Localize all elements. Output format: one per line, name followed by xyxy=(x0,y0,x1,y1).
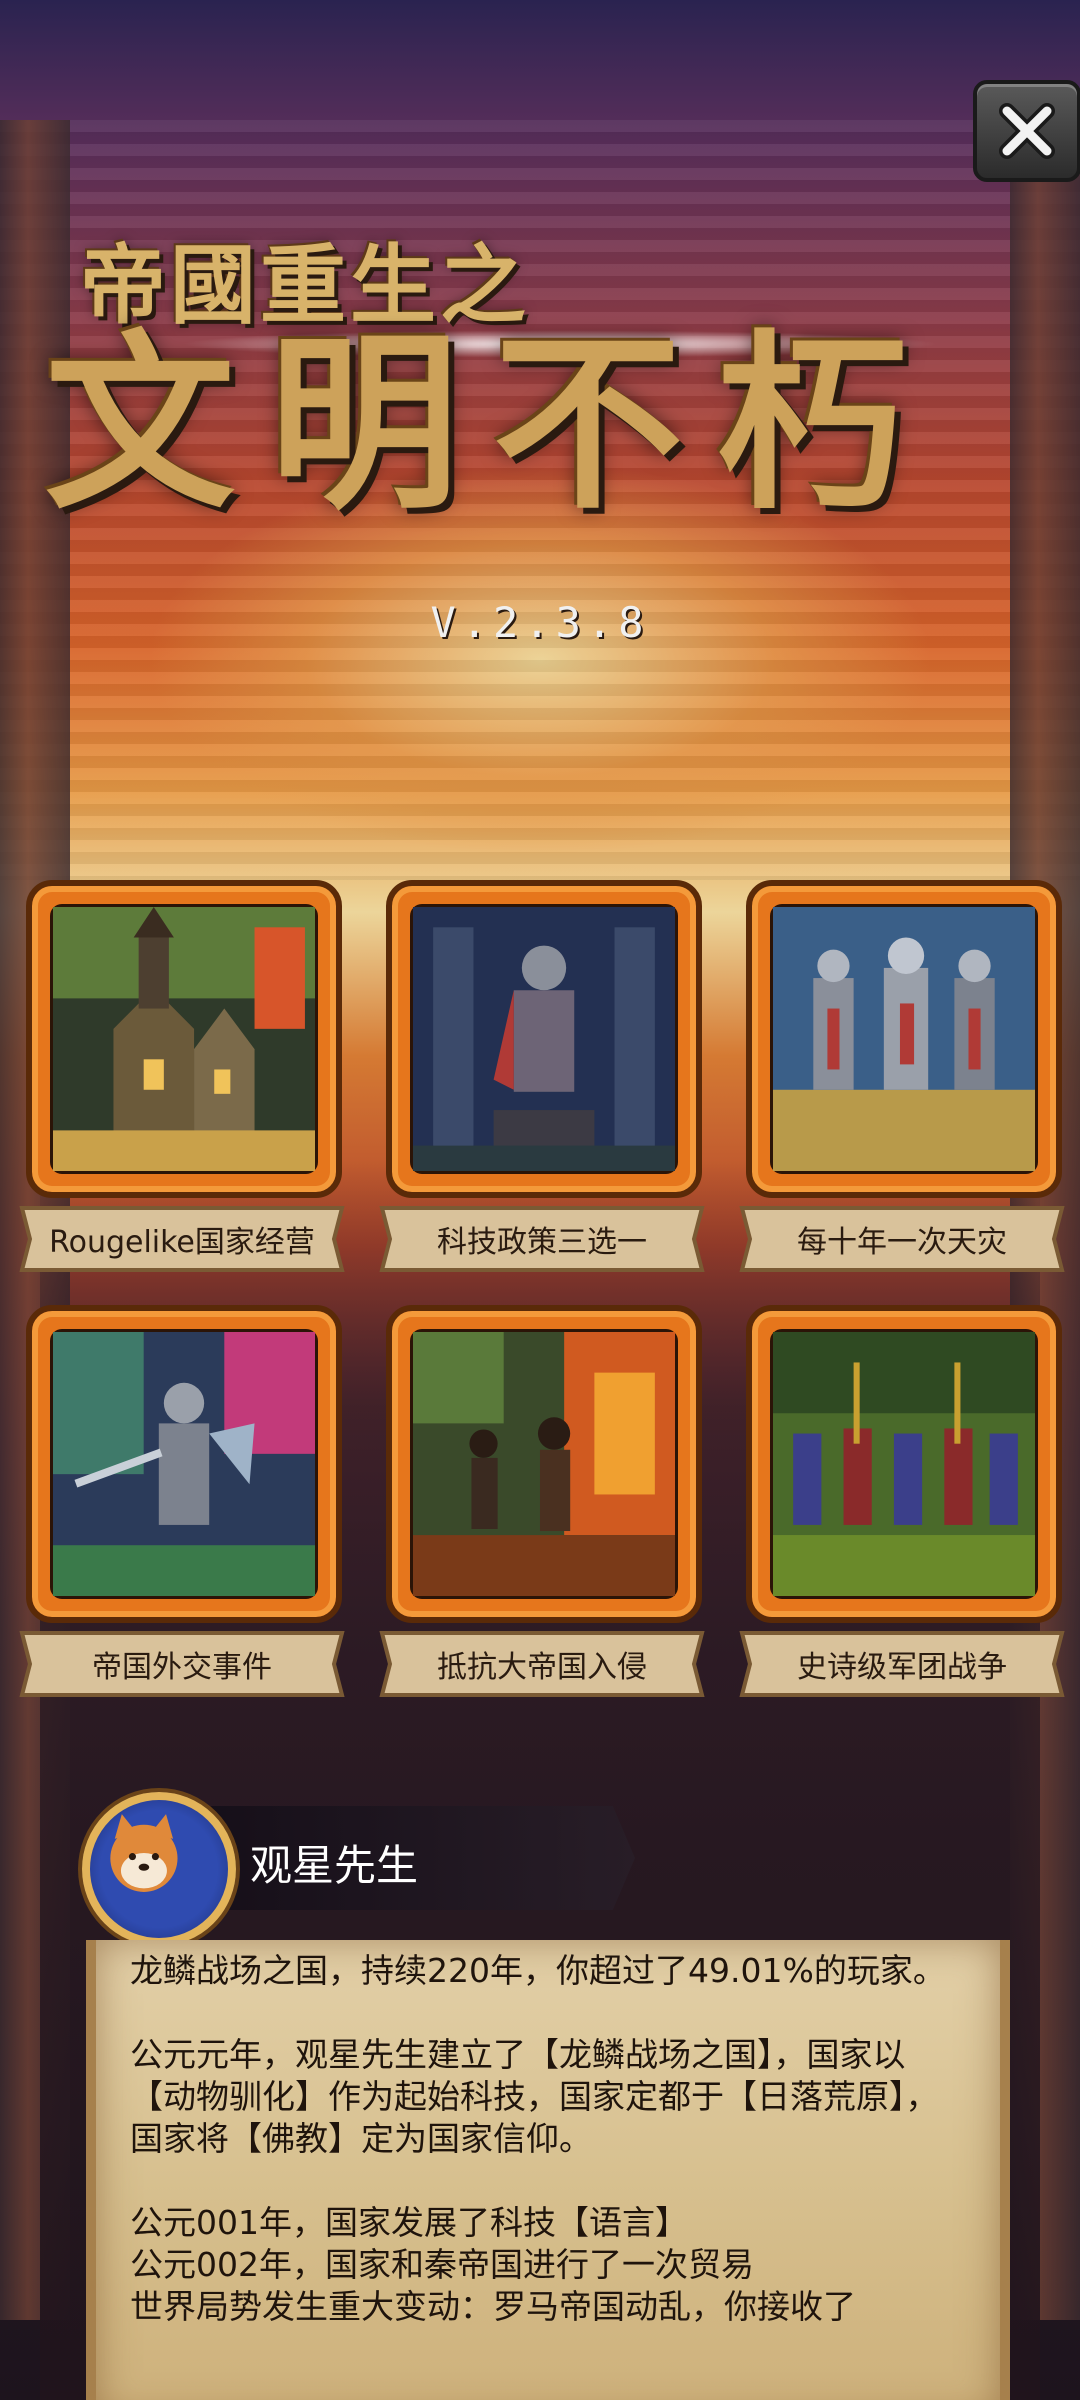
feature-frame xyxy=(26,880,342,1198)
shiba-dog-avatar xyxy=(110,1814,178,1892)
story-founding: 公元元年，观星先生建立了【龙鳞战场之国】，国家以【动物驯化】作为起始科技，国家定… xyxy=(130,2035,939,2158)
burning-city-illustration xyxy=(410,1329,678,1599)
feature-card-2[interactable]: 科技政策三选一 xyxy=(372,880,712,1280)
player-avatar[interactable] xyxy=(82,1792,236,1946)
close-x-icon xyxy=(999,103,1055,159)
feature-frame xyxy=(386,1305,702,1623)
game-intro-screen: 帝國重生之 文明不朽 V.2.3.8 Rougelike国家经营 科技政策三选一… xyxy=(0,0,1080,2400)
feature-frame xyxy=(746,880,1062,1198)
statue-illustration xyxy=(410,904,678,1174)
feature-label: 科技政策三选一 xyxy=(437,1225,647,1260)
close-button[interactable] xyxy=(973,80,1080,182)
feature-card-3[interactable]: 每十年一次天灾 xyxy=(732,880,1072,1280)
feature-banner: 抵抗大帝国入侵 xyxy=(372,1625,712,1703)
army-march-illustration xyxy=(770,1329,1038,1599)
feature-banner: 史诗级军团战争 xyxy=(732,1625,1072,1703)
feature-card-4[interactable]: 帝国外交事件 xyxy=(12,1305,352,1705)
feature-frame xyxy=(386,880,702,1198)
feature-card-6[interactable]: 史诗级军团战争 xyxy=(732,1305,1072,1705)
game-title: 文明不朽 xyxy=(45,314,942,535)
feature-label: 帝国外交事件 xyxy=(92,1650,272,1685)
feature-banner: 帝国外交事件 xyxy=(12,1625,352,1703)
story-event: 公元002年，国家和秦帝国进行了一次贸易 xyxy=(130,2245,754,2284)
armored-knight-illustration xyxy=(50,1329,318,1599)
knights-charge-illustration xyxy=(770,904,1038,1174)
feature-card-1[interactable]: Rougelike国家经营 xyxy=(12,880,352,1280)
feature-card-5[interactable]: 抵抗大帝国入侵 xyxy=(372,1305,712,1705)
feature-frame xyxy=(26,1305,342,1623)
version-label: V.2.3.8 xyxy=(430,598,650,647)
story-log: 龙鳞战场之国，持续220年，你超过了49.01%的玩家。 公元元年，观星先生建立… xyxy=(130,1950,950,2328)
feature-label: Rougelike国家经营 xyxy=(49,1225,315,1260)
feature-label: 抵抗大帝国入侵 xyxy=(437,1650,647,1685)
story-event: 公元001年，国家发展了科技【语言】 xyxy=(130,2203,688,2242)
player-name: 观星先生 xyxy=(250,1841,419,1890)
feature-banner: Rougelike国家经营 xyxy=(12,1200,352,1278)
feature-label: 每十年一次天灾 xyxy=(797,1225,1007,1260)
story-summary: 龙鳞战场之国，持续220年，你超过了49.01%的玩家。 xyxy=(130,1951,946,1990)
story-event: 世界局势发生重大变动：罗马帝国动乱，你接收了 xyxy=(130,2287,856,2326)
medieval-town-illustration xyxy=(50,904,318,1174)
feature-banner: 科技政策三选一 xyxy=(372,1200,712,1278)
feature-banner: 每十年一次天灾 xyxy=(732,1200,1072,1278)
feature-label: 史诗级军团战争 xyxy=(797,1650,1007,1685)
feature-frame xyxy=(746,1305,1062,1623)
